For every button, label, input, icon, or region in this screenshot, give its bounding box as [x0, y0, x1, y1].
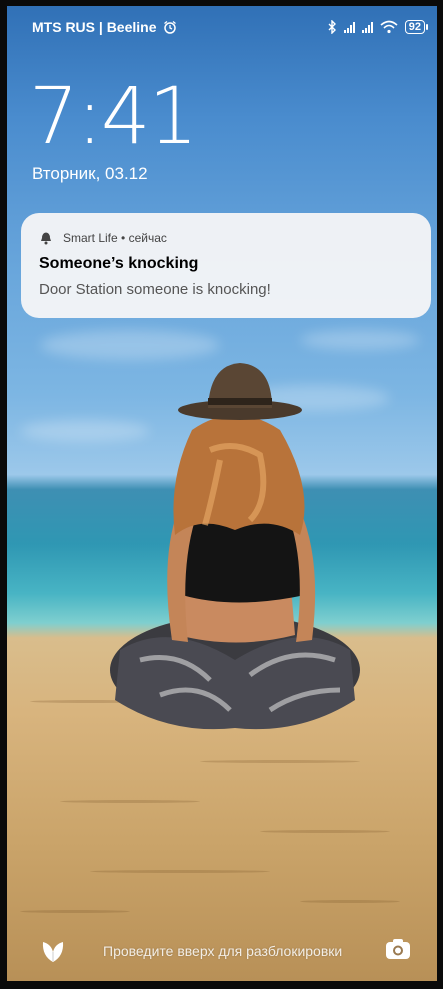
signal-icon [361, 21, 373, 33]
camera-icon[interactable] [385, 938, 411, 960]
sand-ripple [300, 900, 400, 903]
lock-clock: 7:41 [29, 72, 198, 162]
bezel [0, 0, 7, 989]
cloud [300, 330, 420, 350]
notification-header: Smart Life • сейчас [39, 231, 413, 245]
alarm-icon [163, 20, 176, 34]
carrier-label: MTS RUS | Beeline [32, 19, 157, 35]
bezel [437, 0, 443, 989]
unlock-hint: Проведите вверх для разблокировки [103, 943, 343, 959]
sand-ripple [20, 910, 130, 913]
bottom-bar: Проведите вверх для разблокировки [0, 930, 443, 970]
bezel [0, 0, 443, 6]
status-right: 92 [327, 20, 429, 34]
status-bar: MTS RUS | Beeline 92 [32, 16, 429, 38]
signal-icon [343, 21, 355, 33]
lock-screen: MTS RUS | Beeline 92 7:41 Вторник, 03.12… [0, 0, 443, 989]
sand-ripple [260, 830, 390, 833]
bezel [0, 981, 443, 989]
notification-time: сейчас [128, 231, 167, 245]
lock-date: Вторник, 03.12 [32, 164, 148, 183]
cloud [40, 330, 220, 360]
wifi-icon [380, 20, 398, 34]
bluetooth-icon [328, 20, 336, 34]
notification-body: Door Station someone is knocking! [39, 281, 271, 298]
notification-app-line: Smart Life • сейчас [63, 231, 167, 245]
sand-ripple [60, 800, 200, 803]
battery-icon: 92 [404, 20, 429, 34]
leaf-icon[interactable] [39, 936, 67, 964]
notification-app-name: Smart Life [63, 231, 118, 245]
status-left: MTS RUS | Beeline [32, 19, 177, 35]
notification-card[interactable]: Smart Life • сейчас Someone’s knocking D… [21, 213, 431, 318]
wallpaper-person-image [110, 363, 360, 730]
notification-title: Someone’s knocking [39, 255, 199, 272]
sand-ripple [200, 760, 360, 763]
sand-ripple [90, 870, 270, 873]
battery-level: 92 [408, 21, 421, 33]
bell-icon [41, 232, 51, 245]
